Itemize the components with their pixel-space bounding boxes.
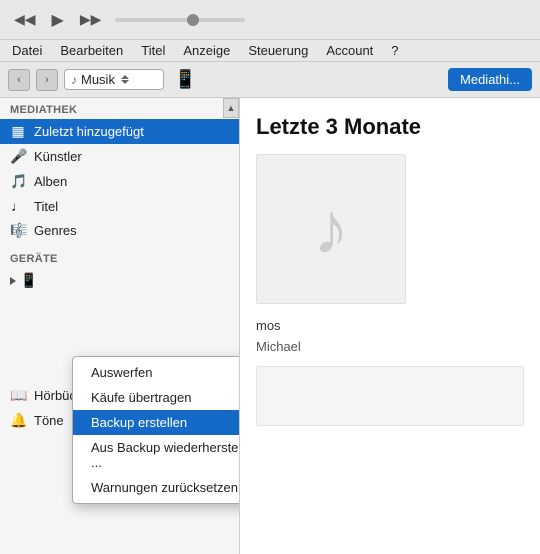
device-row[interactable]: 📱 [0,268,239,293]
play-button[interactable]: ▶ [48,8,68,32]
sidebar-item-genres[interactable]: 🎼 Genres [0,218,239,243]
back-button[interactable]: ‹ [8,69,30,91]
context-menu-backup[interactable]: Backup erstellen [73,410,240,435]
menu-help[interactable]: ? [383,41,406,60]
context-menu-restore[interactable]: Aus Backup wiederherstellen ... [73,435,240,475]
selector-chevron[interactable] [121,75,129,84]
content-title: Letzte 3 Monate [256,114,524,140]
music-selector[interactable]: ♪ Musik [64,69,164,90]
transport-controls: ◀◀ ▶ ▶▶ [10,8,105,32]
triangle-icon [10,277,16,285]
music-note-icon: ♪ [71,73,77,87]
chevron-down-icon [121,80,129,84]
sidebar-label-titles: Titel [34,199,58,214]
bottom-thumbnail [256,366,524,426]
context-menu: Auswerfen Käufe übertragen Backup erstel… [72,356,240,504]
chevron-up-icon [121,75,129,79]
sidebar-label-tones: Töne [34,413,64,428]
library-section-title: Mediathek [0,98,239,119]
progress-bar[interactable] [115,18,245,22]
sidebar-label-artists: Künstler [34,149,82,164]
bell-icon: 🔔 [10,412,26,429]
menu-anzeige[interactable]: Anzeige [175,41,238,60]
title-bar: ◀◀ ▶ ▶▶ [0,0,540,40]
sidebar-item-recently-added[interactable]: ▦ Zuletzt hinzugefügt [0,119,239,144]
content-area: Letzte 3 Monate ♪ mos Michael [240,98,540,554]
progress-area[interactable] [115,18,530,22]
menu-titel[interactable]: Titel [133,41,173,60]
rewind-button[interactable]: ◀◀ [10,9,40,30]
devices-section-title: Geräte [0,247,239,268]
microphone-icon: 🎤 [10,148,26,165]
track-artist: Michael [256,337,524,358]
menu-bar: Datei Bearbeiten Titel Anzeige Steuerung… [0,40,540,62]
main-layout: ▲ Mediathek ▦ Zuletzt hinzugefügt 🎤 Küns… [0,98,540,554]
sidebar-item-artists[interactable]: 🎤 Künstler [0,144,239,169]
menu-bearbeiten[interactable]: Bearbeiten [52,41,131,60]
grid-icon: ▦ [10,123,26,140]
track-title: mos [256,316,524,337]
sidebar-scroll-up[interactable]: ▲ [223,98,239,118]
album-icon: 🎵 [10,173,26,190]
music-label: Musik [81,72,115,87]
music-thumbnail: ♪ [256,154,406,304]
sidebar: ▲ Mediathek ▦ Zuletzt hinzugefügt 🎤 Küns… [0,98,240,554]
sidebar-label-genres: Genres [34,223,77,238]
context-menu-eject[interactable]: Auswerfen [73,360,240,385]
big-note-icon: ♪ [313,188,349,270]
toolbar: ‹ › ♪ Musik 📱 Mediathi... [0,62,540,98]
genres-icon: 🎼 [10,222,26,239]
audiobook-icon: 📖 [10,387,26,404]
note-icon: ♩ [10,198,26,214]
menu-account[interactable]: Account [318,41,381,60]
mediathek-button[interactable]: Mediathi... [448,68,532,91]
sidebar-label-albums: Alben [34,174,67,189]
forward-button[interactable]: ▶▶ [76,9,106,30]
menu-datei[interactable]: Datei [4,41,50,60]
context-menu-warnings[interactable]: Warnungen zurücksetzen [73,475,240,500]
track-info: mos Michael [256,316,524,358]
sidebar-label-recently-added: Zuletzt hinzugefügt [34,124,144,139]
menu-steuerung[interactable]: Steuerung [240,41,316,60]
device-icon-phone: 📱 [20,272,37,289]
context-menu-transfer[interactable]: Käufe übertragen [73,385,240,410]
forward-button-toolbar[interactable]: › [36,69,58,91]
sidebar-item-titles[interactable]: ♩ Titel [0,194,239,218]
sidebar-item-albums[interactable]: 🎵 Alben [0,169,239,194]
device-icon: 📱 [174,69,196,90]
progress-thumb [187,14,199,26]
